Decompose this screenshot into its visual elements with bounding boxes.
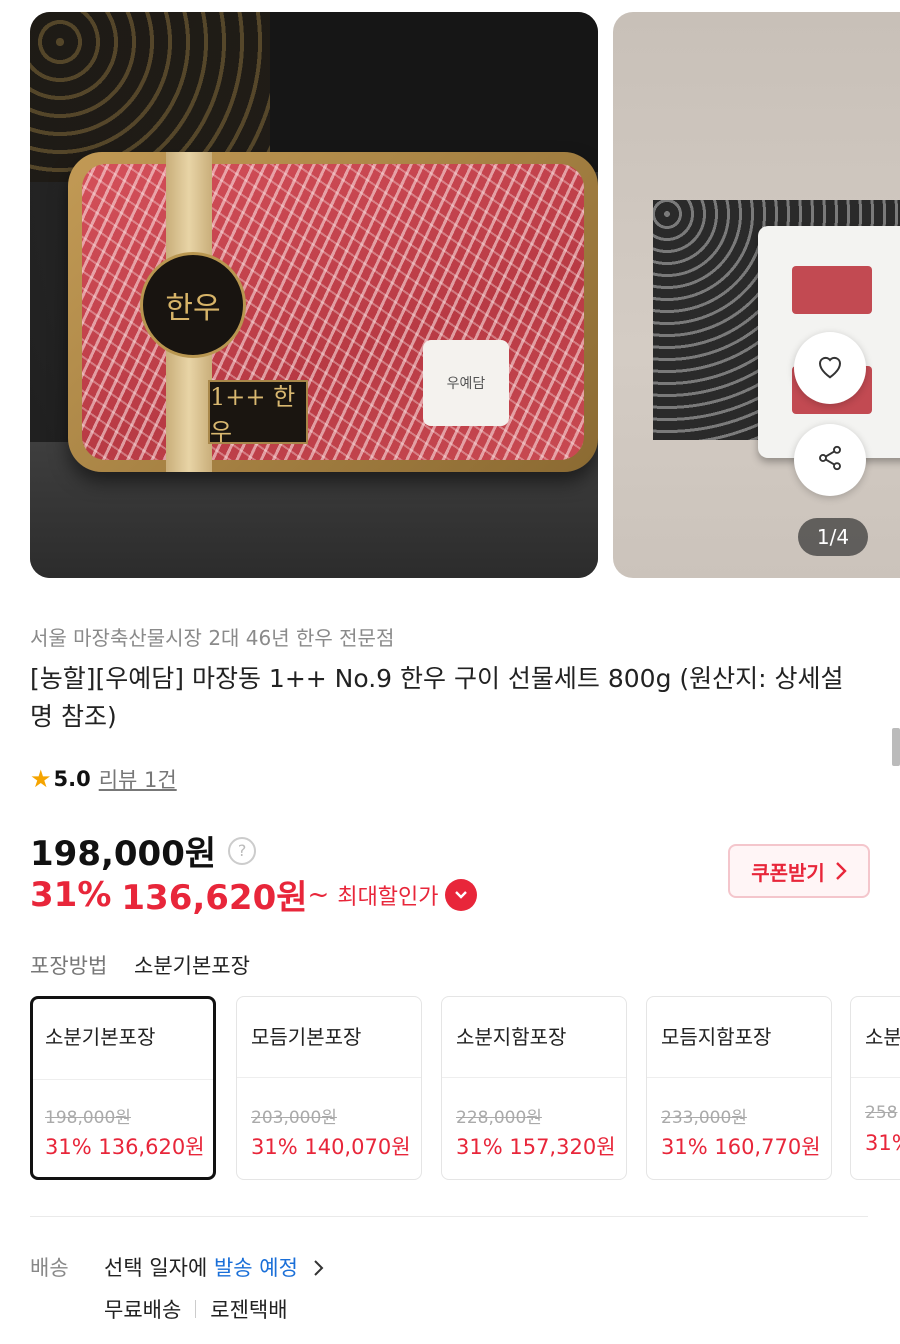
- chevron-down-icon[interactable]: [444, 878, 477, 911]
- packaging-option[interactable]: 모듬기본포장 203,000원 31% 140,070원: [236, 996, 422, 1180]
- carrier-name: 로젠택배: [210, 1298, 288, 1322]
- shipping-highlight: 발송 예정: [213, 1256, 298, 1280]
- option-divider: [33, 1079, 213, 1080]
- option-original-price: 198,000원: [45, 1108, 131, 1128]
- meat-slot: [792, 266, 872, 314]
- option-name: 모듬지함포장: [661, 1025, 772, 1049]
- rating-value: 5.0: [53, 767, 91, 791]
- shipping-details: 무료배송 로젠택배: [104, 1294, 288, 1324]
- grade-label: 1++ 한우: [208, 380, 308, 446]
- packaging-option[interactable]: 소분기본포장 198,000원 31% 136,620원: [30, 996, 216, 1180]
- option-divider: [237, 1077, 421, 1078]
- share-button[interactable]: [794, 424, 866, 496]
- original-price-row: 198,000원 ?: [30, 826, 257, 875]
- option-sale-price: 31% 160,770원: [661, 1135, 821, 1159]
- brand-sticker: 우예담: [423, 340, 509, 426]
- sale-price-row: 31% 136,620원 ~ 최대할인가: [30, 870, 477, 919]
- option-original-price: 233,000원: [661, 1108, 747, 1128]
- seller-tagline: 서울 마장축산물시장 2대 46년 한우 전문점: [30, 626, 395, 650]
- shipping-label: 배송: [30, 1256, 69, 1280]
- chevron-right-icon: [835, 861, 847, 881]
- option-name: 모듬기본포장: [251, 1025, 362, 1049]
- packaging-option[interactable]: 소분 258 31%: [850, 996, 900, 1180]
- packaging-label: 포장방법: [30, 954, 108, 978]
- wishlist-button[interactable]: [794, 332, 866, 404]
- price-tilde: ~: [307, 879, 330, 910]
- packaging-options: 소분기본포장 198,000원 31% 136,620원 모듬기본포장 203,…: [30, 996, 900, 1186]
- section-divider: [30, 1216, 868, 1217]
- gift-box-lid: [270, 12, 598, 172]
- scroll-indicator: [892, 728, 900, 766]
- free-shipping: 무료배송: [104, 1298, 182, 1322]
- packaging-option[interactable]: 모듬지함포장 233,000원 31% 160,770원: [646, 996, 832, 1180]
- option-divider: [442, 1077, 626, 1078]
- coupon-button[interactable]: 쿠폰받기: [728, 844, 870, 898]
- packaging-selected: 소분기본포장: [134, 954, 250, 978]
- option-divider: [647, 1077, 831, 1078]
- review-link[interactable]: 리뷰 1건: [99, 764, 177, 794]
- option-sale-price: 31% 136,620원: [45, 1135, 205, 1159]
- heart-icon: [815, 352, 845, 384]
- shipping-schedule[interactable]: 선택 일자에 발송 예정: [104, 1252, 324, 1282]
- image-pager: 1/4: [798, 518, 868, 556]
- original-price: 198,000원: [30, 834, 217, 874]
- option-name: 소분기본포장: [45, 1025, 156, 1049]
- rating-row: ★ 5.0 리뷰 1건: [30, 764, 177, 794]
- meat-tray: 한우 1++ 한우 우예담: [68, 152, 598, 472]
- product-image-2[interactable]: [613, 12, 900, 578]
- separator: [195, 1300, 197, 1318]
- star-icon: ★: [30, 765, 52, 793]
- hanwoo-seal-logo: 한우: [140, 252, 246, 358]
- packaging-option[interactable]: 소분지함포장 228,000원 31% 157,320원: [441, 996, 627, 1180]
- product-title: [농할][우예담] 마장동 1++ No.9 한우 구이 선물세트 800g (…: [30, 664, 844, 731]
- option-sale-price: 31% 140,070원: [251, 1135, 411, 1159]
- option-sale-price: 31% 157,320원: [456, 1135, 616, 1159]
- help-icon[interactable]: ?: [228, 836, 257, 865]
- chevron-right-icon: [313, 1258, 324, 1282]
- coupon-button-label: 쿠폰받기: [751, 860, 825, 885]
- product-image-1[interactable]: 한우 1++ 한우 우예담: [30, 12, 598, 578]
- discount-percent: 31%: [30, 874, 112, 915]
- option-sale-price: 31%: [865, 1131, 900, 1155]
- option-name: 소분: [865, 1025, 900, 1049]
- option-original-price: 203,000원: [251, 1108, 337, 1128]
- shipping-text: 선택 일자에: [104, 1256, 214, 1280]
- product-image-gallery[interactable]: 한우 1++ 한우 우예담 1/4: [0, 0, 900, 590]
- option-name: 소분지함포장: [456, 1025, 567, 1049]
- option-original-price: 258: [865, 1103, 898, 1123]
- share-icon: [816, 444, 844, 476]
- sale-price: 136,620원: [121, 878, 308, 918]
- option-original-price: 228,000원: [456, 1108, 542, 1128]
- option-divider: [851, 1077, 900, 1078]
- max-discount-label[interactable]: 최대할인가: [337, 879, 438, 911]
